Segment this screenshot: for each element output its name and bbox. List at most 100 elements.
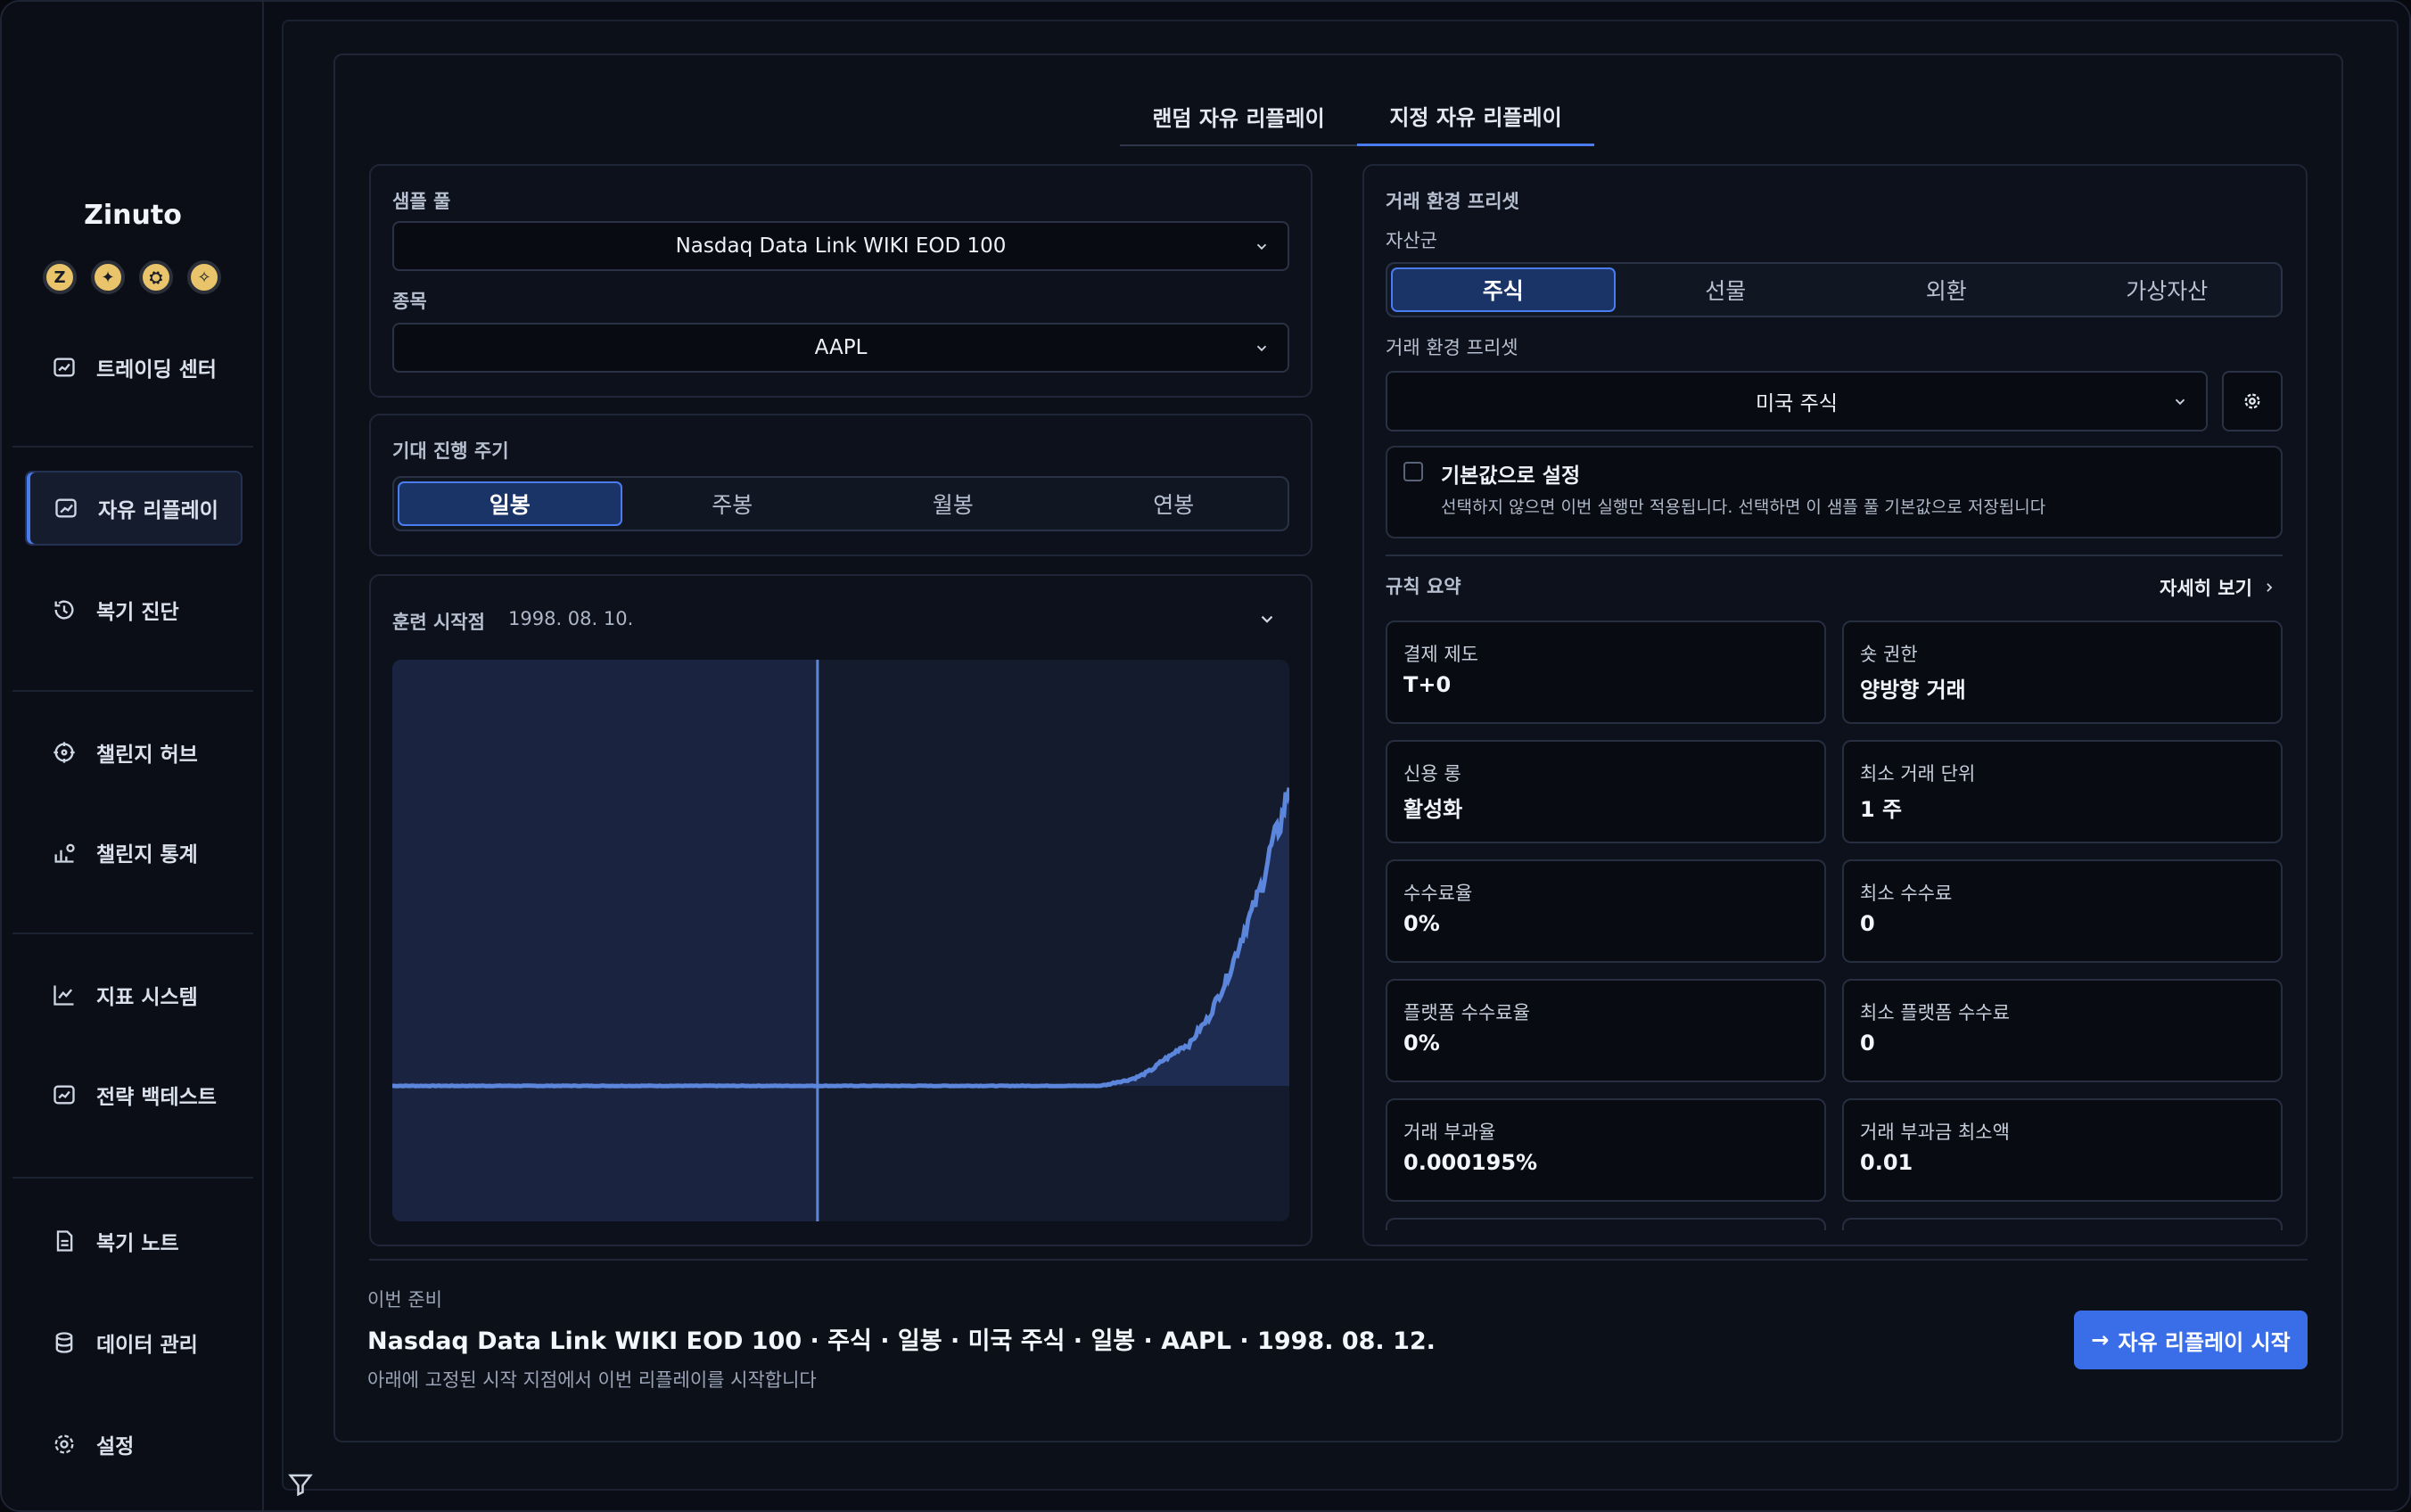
preparation-summary: Nasdaq Data Link WIKI EOD 100 · 주식 · 일봉 … <box>367 1327 1436 1355</box>
sample-pool-select[interactable]: Nasdaq Data Link WIKI EOD 100 <box>392 221 1289 271</box>
sidebar-item-challenge-stats[interactable]: 챌린지 통계 <box>25 815 243 890</box>
tab-designated-replay[interactable]: 지정 자유 리플레이 <box>1357 87 1594 146</box>
preparation-hint: 아래에 고정된 시작 지점에서 이번 리플레이를 시작합니다 <box>367 1369 817 1391</box>
rule-value: 0 <box>1860 911 1875 936</box>
rule-card: 최소 거래 단위 1 주 <box>1842 740 2283 843</box>
chevron-down-icon <box>2175 399 2185 406</box>
rule-value: 0% <box>1403 1031 1440 1056</box>
sidebar-item-review-notes[interactable]: 복기 노트 <box>25 1204 243 1278</box>
asset-option-crypto[interactable]: 가상자산 <box>2057 267 2278 312</box>
rule-value: 양방향 거래 <box>1860 678 1966 703</box>
badge-icon: ✦ <box>91 260 125 294</box>
start-point-label: 훈련 시작점 <box>392 612 485 633</box>
rule-card: 최소 수수료 0 <box>1842 859 2283 963</box>
rule-value: 0.01 <box>1860 1150 1913 1175</box>
rule-value: 0.000195% <box>1403 1150 1538 1175</box>
sidebar-item-review-diagnosis[interactable]: 복기 진단 <box>25 572 243 647</box>
asset-class-label: 자산군 <box>1386 230 1437 251</box>
rule-card: 거래 부과율 0.000195% <box>1386 1098 1826 1202</box>
period-label: 기대 진행 주기 <box>392 440 509 462</box>
trend-icon <box>55 498 77 518</box>
price-chart[interactable] <box>392 660 1289 1221</box>
period-option-daily[interactable]: 일봉 <box>398 481 622 526</box>
asset-option-futures[interactable]: 선물 <box>1616 267 1837 312</box>
sample-pool-label: 샘플 풀 <box>392 191 451 212</box>
gear-icon <box>2244 393 2260 409</box>
rule-value: T+0 <box>1403 672 1452 697</box>
rule-card-partial <box>1386 1218 1826 1230</box>
arrow-right-icon: → <box>2091 1327 2110 1352</box>
rule-key: 거래 부과금 최소액 <box>1860 1122 2010 1143</box>
target-icon <box>53 742 75 763</box>
rules-summary-title: 규칙 요약 <box>1386 576 1461 597</box>
tab-random-replay[interactable]: 랜덤 자유 리플레이 <box>1120 87 1357 146</box>
badge-icon: Z <box>43 260 77 294</box>
period-option-yearly[interactable]: 연봉 <box>1064 481 1285 526</box>
divider <box>12 933 253 934</box>
rules-detail-label: 자세히 보기 <box>2160 578 2252 599</box>
sidebar-item-data-management[interactable]: 데이터 관리 <box>25 1305 243 1380</box>
sidebar-item-free-replay[interactable]: 자유 리플레이 <box>25 471 243 546</box>
rule-card: 신용 롱활성화 <box>1386 740 1826 843</box>
achievement-badges: Z ✦ ⛭ ✧ <box>43 260 221 294</box>
preset-settings-button[interactable] <box>2222 371 2283 431</box>
rule-key: 결제 제도 <box>1403 644 1478 665</box>
sidebar: Zinuto Z ✦ ⛭ ✧ 트레이딩 센터 자유 리플레이 복기 진단 챌린지… <box>2 2 264 1510</box>
preparation-label: 이번 준비 <box>367 1289 442 1311</box>
preset-label: 거래 환경 프리셋 <box>1386 337 1518 358</box>
sidebar-item-settings[interactable]: 설정 <box>25 1407 243 1482</box>
sidebar-item-label: 전략 백테스트 <box>96 1086 217 1109</box>
rule-card-partial <box>1842 1218 2283 1230</box>
symbol-select[interactable]: AAPL <box>392 323 1289 373</box>
divider <box>12 446 253 448</box>
start-point-value: 1998. 08. 10. <box>508 608 634 629</box>
rule-key: 최소 플랫폼 수수료 <box>1860 1002 2010 1023</box>
divider <box>12 690 253 692</box>
rules-detail-link[interactable]: 자세히 보기 <box>2160 574 2275 601</box>
chart-frame-icon <box>53 1085 75 1105</box>
symbol-label: 종목 <box>392 291 427 312</box>
preset-select[interactable]: 미국 주식 <box>1386 371 2208 431</box>
sidebar-item-label: 트레이딩 센터 <box>96 358 217 382</box>
rule-key: 최소 거래 단위 <box>1860 763 1976 785</box>
sample-pool-value: Nasdaq Data Link WIKI EOD 100 <box>675 234 1007 258</box>
rule-value: 활성화 <box>1403 797 1463 822</box>
default-setting-description: 선택하지 않으면 이번 실행만 적용됩니다. 선택하면 이 샘플 풀 기본값으로… <box>1441 497 2046 517</box>
sidebar-item-trading-center[interactable]: 트레이딩 센터 <box>25 330 243 405</box>
filter-icon[interactable] <box>287 1471 314 1498</box>
sidebar-item-label: 챌린지 통계 <box>96 843 198 867</box>
default-checkbox[interactable] <box>1403 462 1423 481</box>
sidebar-item-label: 자유 리플레이 <box>98 499 218 522</box>
rule-key: 거래 부과율 <box>1403 1122 1496 1143</box>
rule-key: 플랫폼 수수료율 <box>1403 1002 1530 1023</box>
asset-class-segmented-control: 주식 선물 외환 가상자산 <box>1386 262 2283 317</box>
asset-option-forex[interactable]: 외환 <box>1836 267 2057 312</box>
chevron-down-icon[interactable] <box>1257 610 1277 629</box>
sidebar-item-label: 설정 <box>96 1435 135 1459</box>
default-setting-title: 기본값으로 설정 <box>1441 464 1581 488</box>
divider <box>369 1259 2308 1261</box>
chevron-down-icon <box>1256 243 1267 251</box>
rule-key: 신용 롱 <box>1403 763 1461 785</box>
sidebar-item-label: 챌린지 허브 <box>96 744 198 767</box>
sidebar-item-indicator-system[interactable]: 지표 시스템 <box>25 957 243 1032</box>
sidebar-item-label: 복기 노트 <box>96 1232 179 1255</box>
sidebar-item-challenge-hub[interactable]: 챌린지 허브 <box>25 715 243 790</box>
chevron-down-icon <box>1256 345 1267 352</box>
app-window: Zinuto Z ✦ ⛭ ✧ 트레이딩 센터 자유 리플레이 복기 진단 챌린지… <box>0 0 2411 1512</box>
rule-value: 0 <box>1860 1031 1875 1056</box>
sidebar-item-strategy-backtest[interactable]: 전략 백테스트 <box>25 1057 243 1132</box>
period-segmented-control: 일봉 주봉 월봉 연봉 <box>392 476 1289 531</box>
period-option-monthly[interactable]: 월봉 <box>843 481 1064 526</box>
symbol-value: AAPL <box>814 336 868 359</box>
stats-user-icon <box>54 843 75 863</box>
replay-tabs: 랜덤 자유 리플레이 지정 자유 리플레이 <box>1120 87 1594 146</box>
rule-card: 플랫폼 수수료율 0% <box>1386 979 1826 1082</box>
rule-value: 0% <box>1403 911 1440 936</box>
period-option-weekly[interactable]: 주봉 <box>622 481 843 526</box>
brand-name: Zinuto <box>84 200 182 231</box>
asset-option-stock[interactable]: 주식 <box>1391 267 1616 312</box>
start-replay-button[interactable]: → 자유 리플레이 시작 <box>2074 1311 2308 1369</box>
document-icon <box>56 1230 73 1252</box>
badge-icon: ⛭ <box>139 260 173 294</box>
